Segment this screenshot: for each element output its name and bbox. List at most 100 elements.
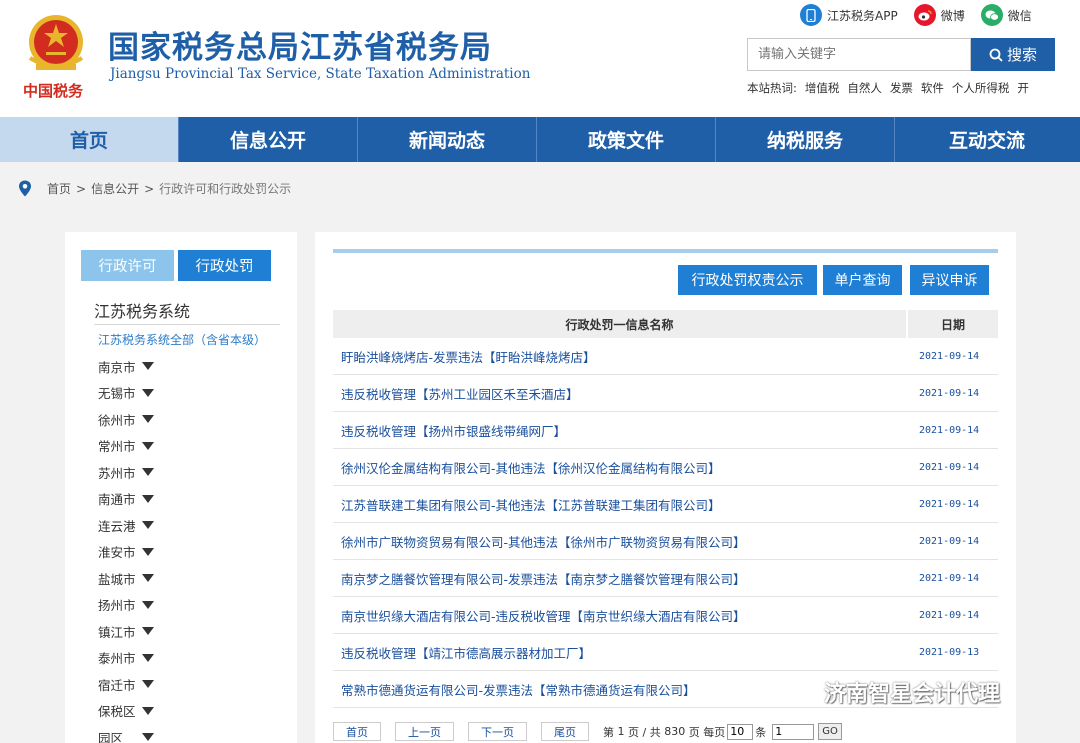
row-title-link[interactable]: 南京世织缘大酒店有限公司-违反税收管理【南京世织缘大酒店有限公司】 [341, 606, 746, 625]
city-label: 扬州市 [98, 598, 136, 614]
table-row: 违反税收管理【苏州工业园区禾至禾酒店】 2021-09-14 [333, 375, 998, 412]
objection-appeal-button[interactable]: 异议申诉 [910, 265, 989, 295]
current-page: 1 [617, 725, 625, 738]
sidebar-all-link[interactable]: 江苏税务系统全部（含省本级） [98, 331, 266, 348]
row-title-link[interactable]: 徐州市广联物资贸易有限公司-其他违法【徐州市广联物资贸易有限公司】 [341, 532, 746, 551]
weibo-icon [913, 4, 936, 26]
breadcrumb-info-disclosure[interactable]: 信息公开 [91, 180, 139, 197]
app-link[interactable]: 江苏税务APP [800, 4, 898, 26]
row-title-link[interactable]: 盱眙洪峰烧烤店-发票违法【盱眙洪峰烧烤店】 [341, 347, 596, 366]
row-title-link[interactable]: 江苏普联建工集团有限公司-其他违法【江苏普联建工集团有限公司】 [341, 495, 721, 514]
total-pages: 830 [664, 725, 686, 738]
city-label: 无锡市 [98, 386, 136, 402]
row-title-link[interactable]: 违反税收管理【苏州工业园区禾至禾酒店】 [341, 384, 579, 403]
sidebar-item-city[interactable]: 镇江市 [98, 618, 154, 645]
per-page-input[interactable] [727, 723, 754, 740]
content-top-bar [333, 249, 998, 253]
search-input[interactable] [747, 38, 971, 71]
tax-emblem-logo[interactable]: 中国税务 [20, 8, 92, 108]
nav-item-home[interactable]: 首页 [0, 117, 179, 162]
city-label: 泰州市 [98, 651, 136, 667]
sidebar-item-city[interactable]: 泰州市 [98, 645, 154, 672]
go-button[interactable]: GO [818, 723, 842, 740]
next-page-button[interactable]: 下一页 [468, 722, 527, 741]
hotword-link[interactable]: 自然人 [847, 80, 882, 96]
sidebar-item-city[interactable]: 园区 [98, 724, 154, 743]
caret-down-icon [142, 600, 154, 609]
goto-page-input[interactable] [772, 723, 815, 740]
table-row: 江苏普联建工集团有限公司-其他违法【江苏普联建工集团有限公司】 2021-09-1… [333, 486, 998, 523]
hotword-link[interactable]: 增值税 [805, 80, 840, 96]
search-button[interactable]: 搜索 [971, 38, 1055, 71]
prev-page-button[interactable]: 上一页 [395, 722, 454, 741]
sidebar-item-city[interactable]: 徐州市 [98, 406, 154, 433]
site-title-en: Jiangsu Provincial Tax Service, State Ta… [110, 66, 531, 82]
caret-down-icon [142, 627, 154, 636]
weibo-link-label: 微博 [940, 8, 965, 23]
main-nav: 首页 信息公开 新闻动态 政策文件 纳税服务 互动交流 [0, 117, 1080, 162]
caret-down-icon [142, 362, 154, 371]
tab-administrative-license[interactable]: 行政许可 [81, 250, 174, 281]
caret-down-icon [142, 706, 154, 715]
caret-down-icon [142, 680, 154, 689]
row-title-link[interactable]: 南京梦之膳餐饮管理有限公司-发票违法【南京梦之膳餐饮管理有限公司】 [341, 569, 746, 588]
emblem-caption: 中国税务 [23, 82, 84, 100]
caret-down-icon [142, 441, 154, 450]
wechat-link[interactable]: 微信 [980, 4, 1032, 26]
row-date: 2021-09-14 [919, 424, 980, 436]
table-row: 南京世织缘大酒店有限公司-违反税收管理【南京世织缘大酒店有限公司】 2021-09… [333, 597, 998, 634]
page-mid: 页 / 共 [628, 725, 661, 739]
nav-item-interaction[interactable]: 互动交流 [895, 117, 1079, 162]
breadcrumb-home[interactable]: 首页 [47, 180, 71, 197]
row-date: 2021-09-14 [919, 461, 980, 473]
hotword-link[interactable]: 个人所得税 [952, 80, 1010, 96]
caret-down-icon [142, 521, 154, 530]
sidebar-item-city[interactable]: 常州市 [98, 433, 154, 460]
row-title-link[interactable]: 违反税收管理【靖江市德高展示器材加工厂】 [341, 643, 591, 662]
sidebar-heading: 江苏税务系统 [94, 302, 191, 321]
sidebar-item-city[interactable]: 南通市 [98, 486, 154, 513]
wechat-icon [980, 4, 1003, 26]
nav-item-policy[interactable]: 政策文件 [537, 117, 716, 162]
caret-down-icon [142, 574, 154, 583]
hotword-link[interactable]: 发票 [890, 80, 913, 96]
city-label: 南通市 [98, 492, 136, 508]
tab-administrative-penalty[interactable]: 行政处罚 [178, 250, 271, 281]
sidebar-divider [94, 324, 280, 325]
row-title-link[interactable]: 常熟市德通货运有限公司-发票违法【常熟市德通货运有限公司】 [341, 680, 696, 699]
sidebar-item-city[interactable]: 宿迁市 [98, 671, 154, 698]
watermark-text: 济南智星会计代理 [824, 682, 1001, 707]
sidebar-item-city[interactable]: 苏州市 [98, 459, 154, 486]
row-date: 2021-09-13 [919, 646, 980, 658]
sidebar-item-city[interactable]: 淮安市 [98, 539, 154, 566]
city-label: 苏州市 [98, 465, 136, 481]
last-page-button[interactable]: 尾页 [541, 722, 589, 741]
nav-item-news[interactable]: 新闻动态 [358, 117, 537, 162]
main-content: 行政处罚权责公示 单户查询 异议申诉 行政处罚一信息名称 日期 盱眙洪峰烧烤店-… [315, 232, 1016, 743]
sidebar-item-city[interactable]: 盐城市 [98, 565, 154, 592]
first-page-button[interactable]: 首页 [333, 722, 381, 741]
row-title-link[interactable]: 徐州汉伦金属结构有限公司-其他违法【徐州汉伦金属结构有限公司】 [341, 458, 721, 477]
single-query-button[interactable]: 单户查询 [823, 265, 902, 295]
sidebar-item-city[interactable]: 扬州市 [98, 592, 154, 619]
caret-down-icon [142, 653, 154, 662]
table-row: 南京梦之膳餐饮管理有限公司-发票违法【南京梦之膳餐饮管理有限公司】 2021-09… [333, 560, 998, 597]
app-link-label: 江苏税务APP [827, 8, 898, 23]
sidebar-item-city[interactable]: 无锡市 [98, 380, 154, 407]
penalty-powers-button[interactable]: 行政处罚权责公示 [678, 265, 817, 295]
sidebar-item-city[interactable]: 保税区 [98, 698, 154, 725]
row-title-link[interactable]: 违反税收管理【扬州市银盛线带绳网厂】 [341, 421, 566, 440]
page-suffix: 页 每页 [688, 725, 726, 739]
city-label: 盐城市 [98, 571, 136, 587]
hotword-link[interactable]: 软件 [921, 80, 944, 96]
sidebar-item-city[interactable]: 连云港 [98, 512, 154, 539]
nav-item-tax-service[interactable]: 纳税服务 [716, 117, 895, 162]
city-label: 连云港 [98, 518, 136, 534]
caret-down-icon [142, 468, 154, 477]
sidebar-item-city[interactable]: 南京市 [98, 353, 154, 380]
nav-item-info-disclosure[interactable]: 信息公开 [179, 117, 358, 162]
weibo-link[interactable]: 微博 [913, 4, 965, 26]
caret-down-icon [142, 494, 154, 503]
hotword-link[interactable]: 开 [1017, 80, 1029, 96]
caret-down-icon [142, 547, 154, 556]
